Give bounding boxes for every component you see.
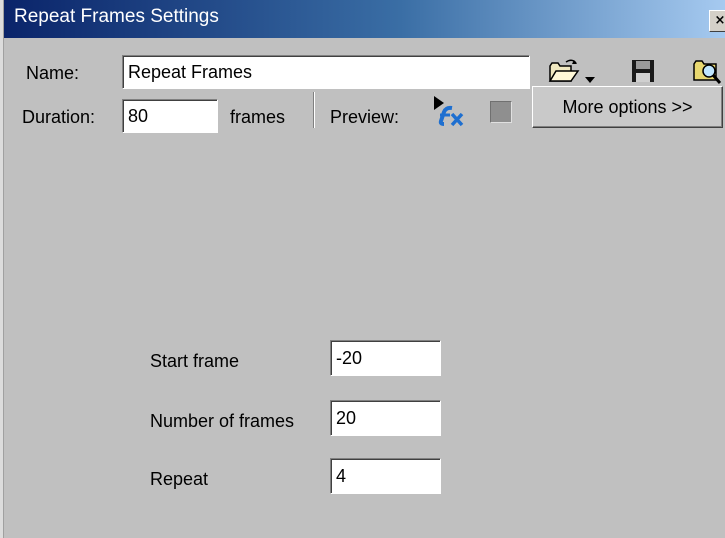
duration-label: Duration: (22, 107, 96, 127)
start-frame-label: Start frame (150, 351, 240, 371)
name-input[interactable] (122, 55, 530, 89)
repeat-frames-settings-window: Repeat Frames Settings × Name: Duration:… (0, 0, 725, 538)
name-label: Name: (26, 63, 80, 83)
toolbar-separator (313, 92, 315, 128)
repeat-label: Repeat (150, 469, 209, 489)
close-button[interactable]: × (709, 10, 725, 32)
folder-search-icon[interactable] (692, 56, 722, 86)
stop-icon[interactable] (490, 101, 512, 123)
window-left-edge (0, 0, 4, 538)
number-of-frames-label: Number of frames (150, 411, 295, 431)
start-frame-input[interactable] (330, 340, 441, 376)
title-bar[interactable]: Repeat Frames Settings × (4, 0, 725, 38)
window-title: Repeat Frames Settings (14, 6, 219, 27)
frames-unit-label: frames (230, 107, 286, 127)
repeat-input[interactable] (330, 458, 441, 494)
fx-play-icon[interactable] (432, 94, 468, 128)
preview-label: Preview: (330, 107, 400, 127)
more-options-button[interactable]: More options >> (532, 86, 723, 128)
dropdown-arrow-icon[interactable] (584, 68, 596, 83)
number-of-frames-input[interactable] (330, 400, 441, 436)
duration-input[interactable] (122, 99, 218, 133)
floppy-disk-save-icon[interactable] (630, 58, 656, 84)
folder-open-icon[interactable] (548, 57, 580, 85)
